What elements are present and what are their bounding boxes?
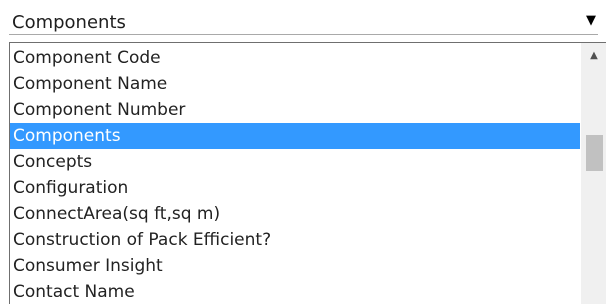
option-concepts[interactable]: Concepts	[10, 149, 580, 175]
option-component-code[interactable]: Component Code	[10, 45, 580, 71]
option-construction-of-pack-efficient[interactable]: Construction of Pack Efficient?	[10, 227, 580, 253]
triangle-down-icon[interactable]: ▼	[586, 13, 596, 28]
option-component-name[interactable]: Component Name	[10, 71, 580, 97]
scrollbar-thumb[interactable]	[586, 135, 603, 171]
dropdown-listbox[interactable]: Component Code Component Name Component …	[9, 42, 606, 304]
option-list: Component Code Component Name Component …	[10, 45, 580, 304]
vertical-scrollbar[interactable]: ▲	[581, 43, 606, 304]
option-components[interactable]: Components	[10, 123, 580, 149]
select-value: Components	[12, 12, 126, 33]
category-select[interactable]: Components ▼	[9, 9, 598, 35]
option-configuration[interactable]: Configuration	[10, 175, 580, 201]
option-connect-area[interactable]: ConnectArea(sq ft,sq m)	[10, 201, 580, 227]
option-consumer-insight[interactable]: Consumer Insight	[10, 253, 580, 279]
option-contact-name[interactable]: Contact Name	[10, 279, 580, 304]
option-component-number[interactable]: Component Number	[10, 97, 580, 123]
triangle-up-icon[interactable]: ▲	[581, 43, 606, 69]
